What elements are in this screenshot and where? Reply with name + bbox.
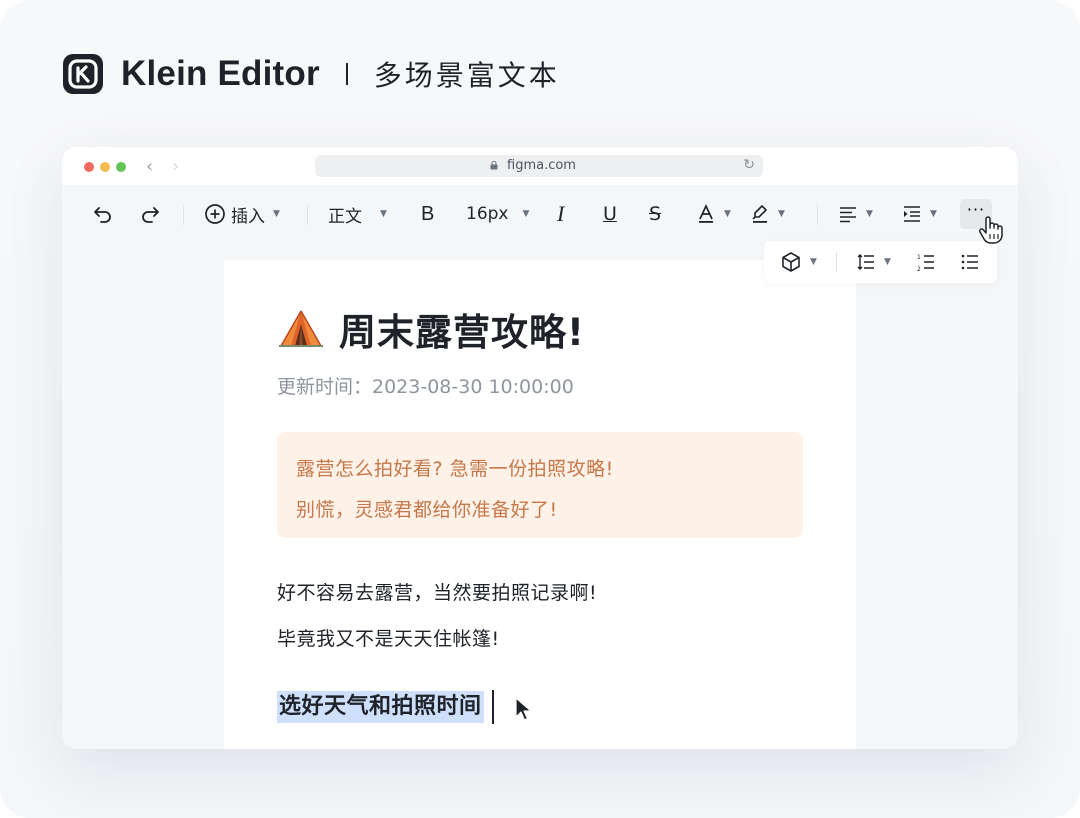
- arrow-cursor-icon: [515, 697, 532, 721]
- brand-header: Klein Editor 多场景富文本: [63, 52, 560, 96]
- line-height-button[interactable]: ▼: [856, 250, 891, 274]
- callout-block[interactable]: 露营怎么拍好看? 急需一份拍照攻略! 别慌，灵感君都给你准备好了!: [277, 432, 803, 538]
- paragraph-style-value: 正文: [328, 206, 362, 227]
- redo-button[interactable]: [139, 199, 161, 229]
- text-caret: [492, 690, 494, 724]
- strikethrough-icon: S: [649, 203, 662, 225]
- italic-button[interactable]: I: [557, 199, 564, 229]
- bullet-list-button[interactable]: [960, 250, 980, 274]
- chevron-down-icon: ▼: [522, 209, 530, 219]
- font-size-select[interactable]: 16px ▼: [466, 199, 529, 229]
- reload-icon[interactable]: ↻: [743, 157, 755, 173]
- close-window-icon[interactable]: [84, 162, 94, 172]
- align-button[interactable]: ▼: [838, 199, 873, 229]
- cube-icon: [782, 252, 800, 272]
- paragraph[interactable]: 毕竟我又不是天天住帐篷!: [277, 624, 500, 651]
- brand-separator: [345, 63, 348, 85]
- document-title[interactable]: 周末露营攻略!: [277, 302, 585, 356]
- undo-button[interactable]: [92, 199, 114, 229]
- lock-icon: [490, 161, 498, 170]
- chevron-down-icon: ▼: [884, 257, 891, 267]
- toolbar-divider: [817, 205, 818, 225]
- paragraph-style-select[interactable]: 正文 ▼: [328, 199, 387, 229]
- italic-icon: I: [557, 201, 565, 226]
- svg-text:1: 1: [917, 254, 921, 261]
- toolbar-divider: [183, 205, 184, 225]
- insert-label: 插入: [231, 206, 265, 227]
- strikethrough-button[interactable]: S: [649, 199, 661, 229]
- back-arrow-icon[interactable]: ‹: [146, 156, 153, 177]
- brand-name: Klein Editor: [121, 54, 320, 93]
- highlight-button[interactable]: ▼: [750, 199, 785, 229]
- indent-icon: [904, 206, 920, 222]
- indent-button[interactable]: ▼: [902, 199, 937, 229]
- chevron-down-icon: ▼: [778, 209, 785, 219]
- document-page[interactable]: 周末露营攻略! 更新时间：2023-08-30 10:00:00 露营怎么拍好看…: [224, 260, 856, 749]
- underline-icon: U: [603, 203, 617, 225]
- editor-toolbar: 插入 ▼ 正文 ▼ B 16px ▼ I U S ▼ ▼ ▼ ▼ ···: [62, 185, 1018, 243]
- font-size-value: 16px: [466, 204, 509, 224]
- forward-arrow-icon[interactable]: ›: [172, 156, 179, 177]
- highlighter-icon: [752, 205, 767, 223]
- line-height-icon: [857, 254, 874, 270]
- toolbar-divider: [836, 252, 837, 272]
- camping-tent-icon: [279, 310, 323, 347]
- undo-icon: [94, 207, 111, 223]
- chevron-down-icon: ▼: [810, 257, 817, 267]
- more-options-popup: ▼ ▼ 12: [764, 241, 997, 283]
- brand-tagline: 多场景富文本: [373, 59, 560, 92]
- insert-button[interactable]: 插入 ▼: [204, 199, 280, 229]
- chevron-down-icon: ▼: [724, 209, 731, 219]
- chevron-down-icon: ▼: [380, 209, 387, 219]
- address-bar[interactable]: figma.com ↻: [315, 155, 763, 177]
- bold-icon: B: [421, 202, 435, 225]
- maximize-window-icon[interactable]: [116, 162, 126, 172]
- hand-pointer-icon: [979, 216, 1003, 244]
- chevron-down-icon: ▼: [273, 209, 280, 219]
- klein-logo-icon: [63, 54, 103, 94]
- font-color-icon: [699, 203, 713, 223]
- minimize-window-icon[interactable]: [100, 162, 110, 172]
- hero-card: Klein Editor 多场景富文本 ‹ › figma.com ↻ 插入 ▼…: [0, 0, 1080, 818]
- updated-time: 更新时间：2023-08-30 10:00:00: [277, 376, 574, 398]
- callout-line: 别慌，灵感君都给你准备好了!: [296, 499, 558, 521]
- selected-heading[interactable]: 选好天气和拍照时间: [277, 691, 484, 723]
- chevron-down-icon: ▼: [866, 209, 873, 219]
- bullet-list-icon: [961, 254, 978, 270]
- block-type-button[interactable]: ▼: [780, 250, 817, 274]
- ordered-list-button[interactable]: 12: [916, 250, 936, 274]
- redo-icon: [142, 207, 159, 223]
- align-left-icon: [840, 207, 856, 223]
- bold-button[interactable]: B: [421, 199, 434, 229]
- callout-line: 露营怎么拍好看? 急需一份拍照攻略!: [296, 458, 614, 480]
- toolbar-divider: [307, 205, 308, 225]
- chevron-down-icon: ▼: [930, 209, 937, 219]
- ordered-list-icon: 12: [917, 254, 934, 272]
- title-text: 周末露营攻略!: [339, 311, 585, 354]
- font-color-button[interactable]: ▼: [696, 199, 731, 229]
- browser-chrome: ‹ › figma.com ↻: [62, 147, 1018, 185]
- paragraph[interactable]: 好不容易去露营，当然要拍照记录啊!: [277, 578, 597, 605]
- browser-window: ‹ › figma.com ↻ 插入 ▼ 正文 ▼ B 16px ▼ I U S…: [62, 147, 1018, 749]
- url-text: figma.com: [507, 158, 576, 173]
- plus-circle-icon: [205, 204, 225, 224]
- underline-button[interactable]: U: [603, 199, 617, 229]
- svg-text:2: 2: [917, 266, 921, 272]
